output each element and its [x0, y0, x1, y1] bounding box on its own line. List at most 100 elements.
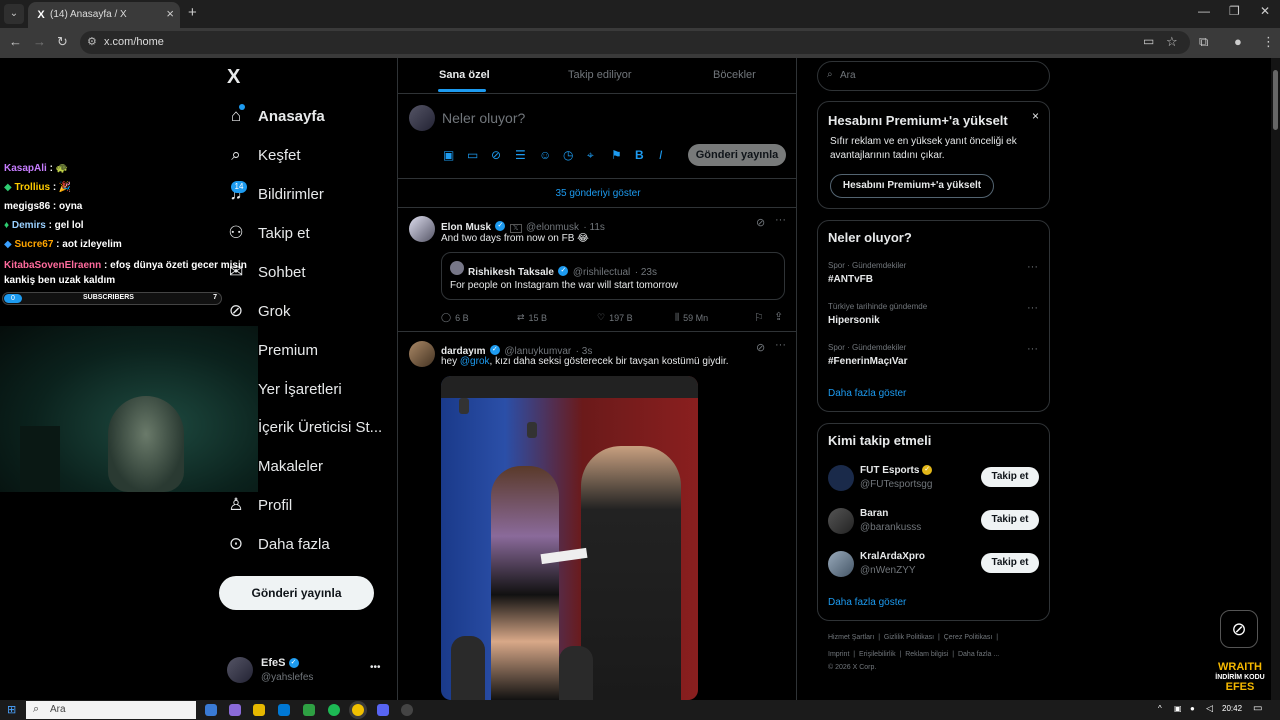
poll-icon[interactable]: ☰ [515, 148, 526, 162]
post-menu-icon[interactable]: ··· [775, 339, 786, 351]
footer-link[interactable]: Reklam bilgisi [905, 651, 948, 658]
avatar[interactable] [409, 341, 435, 367]
spotify-icon[interactable] [328, 704, 340, 716]
volume-icon[interactable]: ◁ [1206, 703, 1213, 714]
forward-icon[interactable]: → [33, 34, 46, 49]
trend-name[interactable]: Hipersonik [828, 315, 880, 326]
taskbar-clock[interactable]: 20:42 [1222, 704, 1242, 713]
mention-link[interactable]: @grok [460, 356, 490, 367]
restore-icon[interactable]: ❐ [1229, 4, 1240, 18]
trend-menu-icon[interactable]: ··· [1027, 261, 1038, 273]
chrome-icon[interactable] [352, 704, 364, 716]
post-button[interactable]: Gönderi yayınla [219, 576, 374, 610]
suggestion-name[interactable]: FUT Esports ✓ [860, 465, 933, 476]
share-icon[interactable]: ⇪ [774, 310, 783, 323]
follow-button[interactable]: Takip et [981, 553, 1039, 573]
post-menu-icon[interactable]: ··· [775, 214, 786, 226]
follow-button[interactable]: Takip et [981, 467, 1039, 487]
quoted-post[interactable]: Rishikesh Taksale ✓ @rishilectual · 23s … [441, 252, 785, 300]
image-icon[interactable]: ▣ [443, 148, 454, 162]
extensions-icon[interactable]: ⧉ [1199, 34, 1208, 50]
avatar[interactable] [409, 216, 435, 242]
emoji-icon[interactable]: ☺ [539, 148, 551, 162]
obs-icon[interactable] [401, 704, 413, 716]
tray-chevron-icon[interactable]: ^ [1158, 704, 1162, 713]
avatar[interactable] [828, 508, 854, 534]
account-menu-icon[interactable]: ••• [370, 662, 381, 673]
edge-icon[interactable] [205, 704, 217, 716]
follow-button[interactable]: Takip et [981, 510, 1039, 530]
trends-show-more[interactable]: Daha fazla göster [828, 388, 906, 399]
grok-post-icon[interactable]: ⊘ [756, 216, 765, 229]
who-to-follow-show-more[interactable]: Daha fazla göster [828, 597, 906, 608]
suggestion-name[interactable]: KralArdaXpro [860, 551, 925, 562]
tab-bugs[interactable]: Böcekler [713, 69, 756, 81]
nav-item-follow[interactable]: ⚇ Takip et [226, 217, 309, 249]
trend-name[interactable]: #ANTvFB [828, 274, 873, 285]
windows-start-icon[interactable]: ⊞ [7, 703, 16, 716]
footer-link[interactable]: Daha fazla ... [958, 651, 999, 658]
copilot-icon[interactable] [229, 704, 241, 716]
window-close-icon[interactable]: ✕ [1260, 4, 1270, 18]
cast-icon[interactable]: ▭ [1143, 34, 1154, 48]
tab-search-chevron-icon[interactable]: ⌄ [4, 4, 24, 24]
file-explorer-icon[interactable] [253, 704, 265, 716]
bookmark-icon[interactable]: ⚐ [754, 311, 764, 324]
avatar[interactable] [828, 465, 854, 491]
tray-app-icon[interactable]: ▣ [1174, 704, 1182, 713]
excel-icon[interactable] [303, 704, 315, 716]
premium-upgrade-button[interactable]: Hesabını Premium+'a yükselt [830, 174, 994, 198]
account-switcher[interactable]: EfeS ✓ @yahslefes ••• [219, 650, 387, 690]
post-handle[interactable]: @elonmusk [526, 222, 579, 233]
nav-item-profile[interactable]: ♙ Profil [226, 489, 292, 521]
flag-icon[interactable]: ⚑ [611, 148, 622, 162]
nav-item-grok[interactable]: ⊘ Grok [226, 295, 291, 327]
profile-icon[interactable]: ● [1234, 34, 1242, 49]
trend-menu-icon[interactable]: ··· [1027, 343, 1038, 355]
gif-icon[interactable]: ▭ [467, 148, 478, 162]
nav-item-explore[interactable]: ⌕ Keşfet [226, 139, 300, 171]
taskbar-search[interactable]: ⌕ Ara [26, 701, 196, 719]
x-logo-icon[interactable]: X [227, 66, 240, 89]
post-time[interactable]: · 11s [583, 222, 605, 233]
page-scrollbar[interactable] [1271, 58, 1280, 700]
reload-icon[interactable]: ↻ [57, 34, 68, 50]
search-input[interactable]: ⌕ Ara [817, 61, 1050, 91]
tab-for-you[interactable]: Sana özel [439, 69, 490, 81]
address-bar[interactable]: ⚙ x.com/home [80, 31, 1190, 54]
microphone-icon[interactable]: ● [1190, 704, 1195, 713]
location-icon[interactable]: ⌖ [587, 148, 594, 163]
footer-link[interactable]: Hizmet Şartları [828, 634, 874, 641]
browser-tab[interactable]: X (14) Anasayfa / X × [28, 2, 180, 28]
italic-icon[interactable]: I [659, 148, 662, 162]
tab-following[interactable]: Takip ediliyor [568, 69, 632, 81]
scrollbar-thumb[interactable] [1273, 70, 1278, 130]
back-icon[interactable]: ← [9, 34, 22, 49]
nav-item-more[interactable]: ⊙ Daha fazla [226, 528, 330, 560]
post-author[interactable]: Elon Musk [441, 222, 491, 233]
repost-button[interactable]: ⇄ 15 B [517, 312, 547, 323]
close-icon[interactable]: × [1032, 109, 1039, 123]
minimize-icon[interactable]: — [1198, 4, 1210, 18]
site-info-icon[interactable]: ⚙ [87, 35, 97, 48]
new-tab-icon[interactable]: + [188, 4, 197, 21]
footer-link[interactable]: Imprint [828, 651, 849, 658]
compose-input[interactable]: Neler oluyor? [442, 110, 525, 126]
discord-icon[interactable] [377, 704, 389, 716]
trend-menu-icon[interactable]: ··· [1027, 302, 1038, 314]
grok-compose-icon[interactable]: ⊘ [491, 148, 501, 162]
post-image[interactable] [441, 376, 698, 700]
schedule-icon[interactable]: ◷ [563, 148, 573, 162]
suggestion-name[interactable]: Baran [860, 508, 888, 519]
footer-link[interactable]: Çerez Politikası [944, 634, 993, 641]
footer-link[interactable]: Erişilebilirlik [859, 651, 896, 658]
bold-icon[interactable]: B [635, 148, 644, 162]
reply-button[interactable]: ◯ 6 B [441, 312, 469, 323]
show-new-posts-button[interactable]: 35 gönderiyi göster [398, 178, 796, 208]
outlook-icon[interactable] [278, 704, 290, 716]
browser-menu-icon[interactable]: ⋮ [1262, 34, 1275, 50]
compose-post-button[interactable]: Gönderi yayınla [688, 144, 786, 166]
grok-floating-button[interactable]: ⊘ [1220, 610, 1258, 648]
bookmark-star-icon[interactable]: ☆ [1166, 34, 1178, 50]
tab-close-icon[interactable]: × [166, 6, 174, 21]
